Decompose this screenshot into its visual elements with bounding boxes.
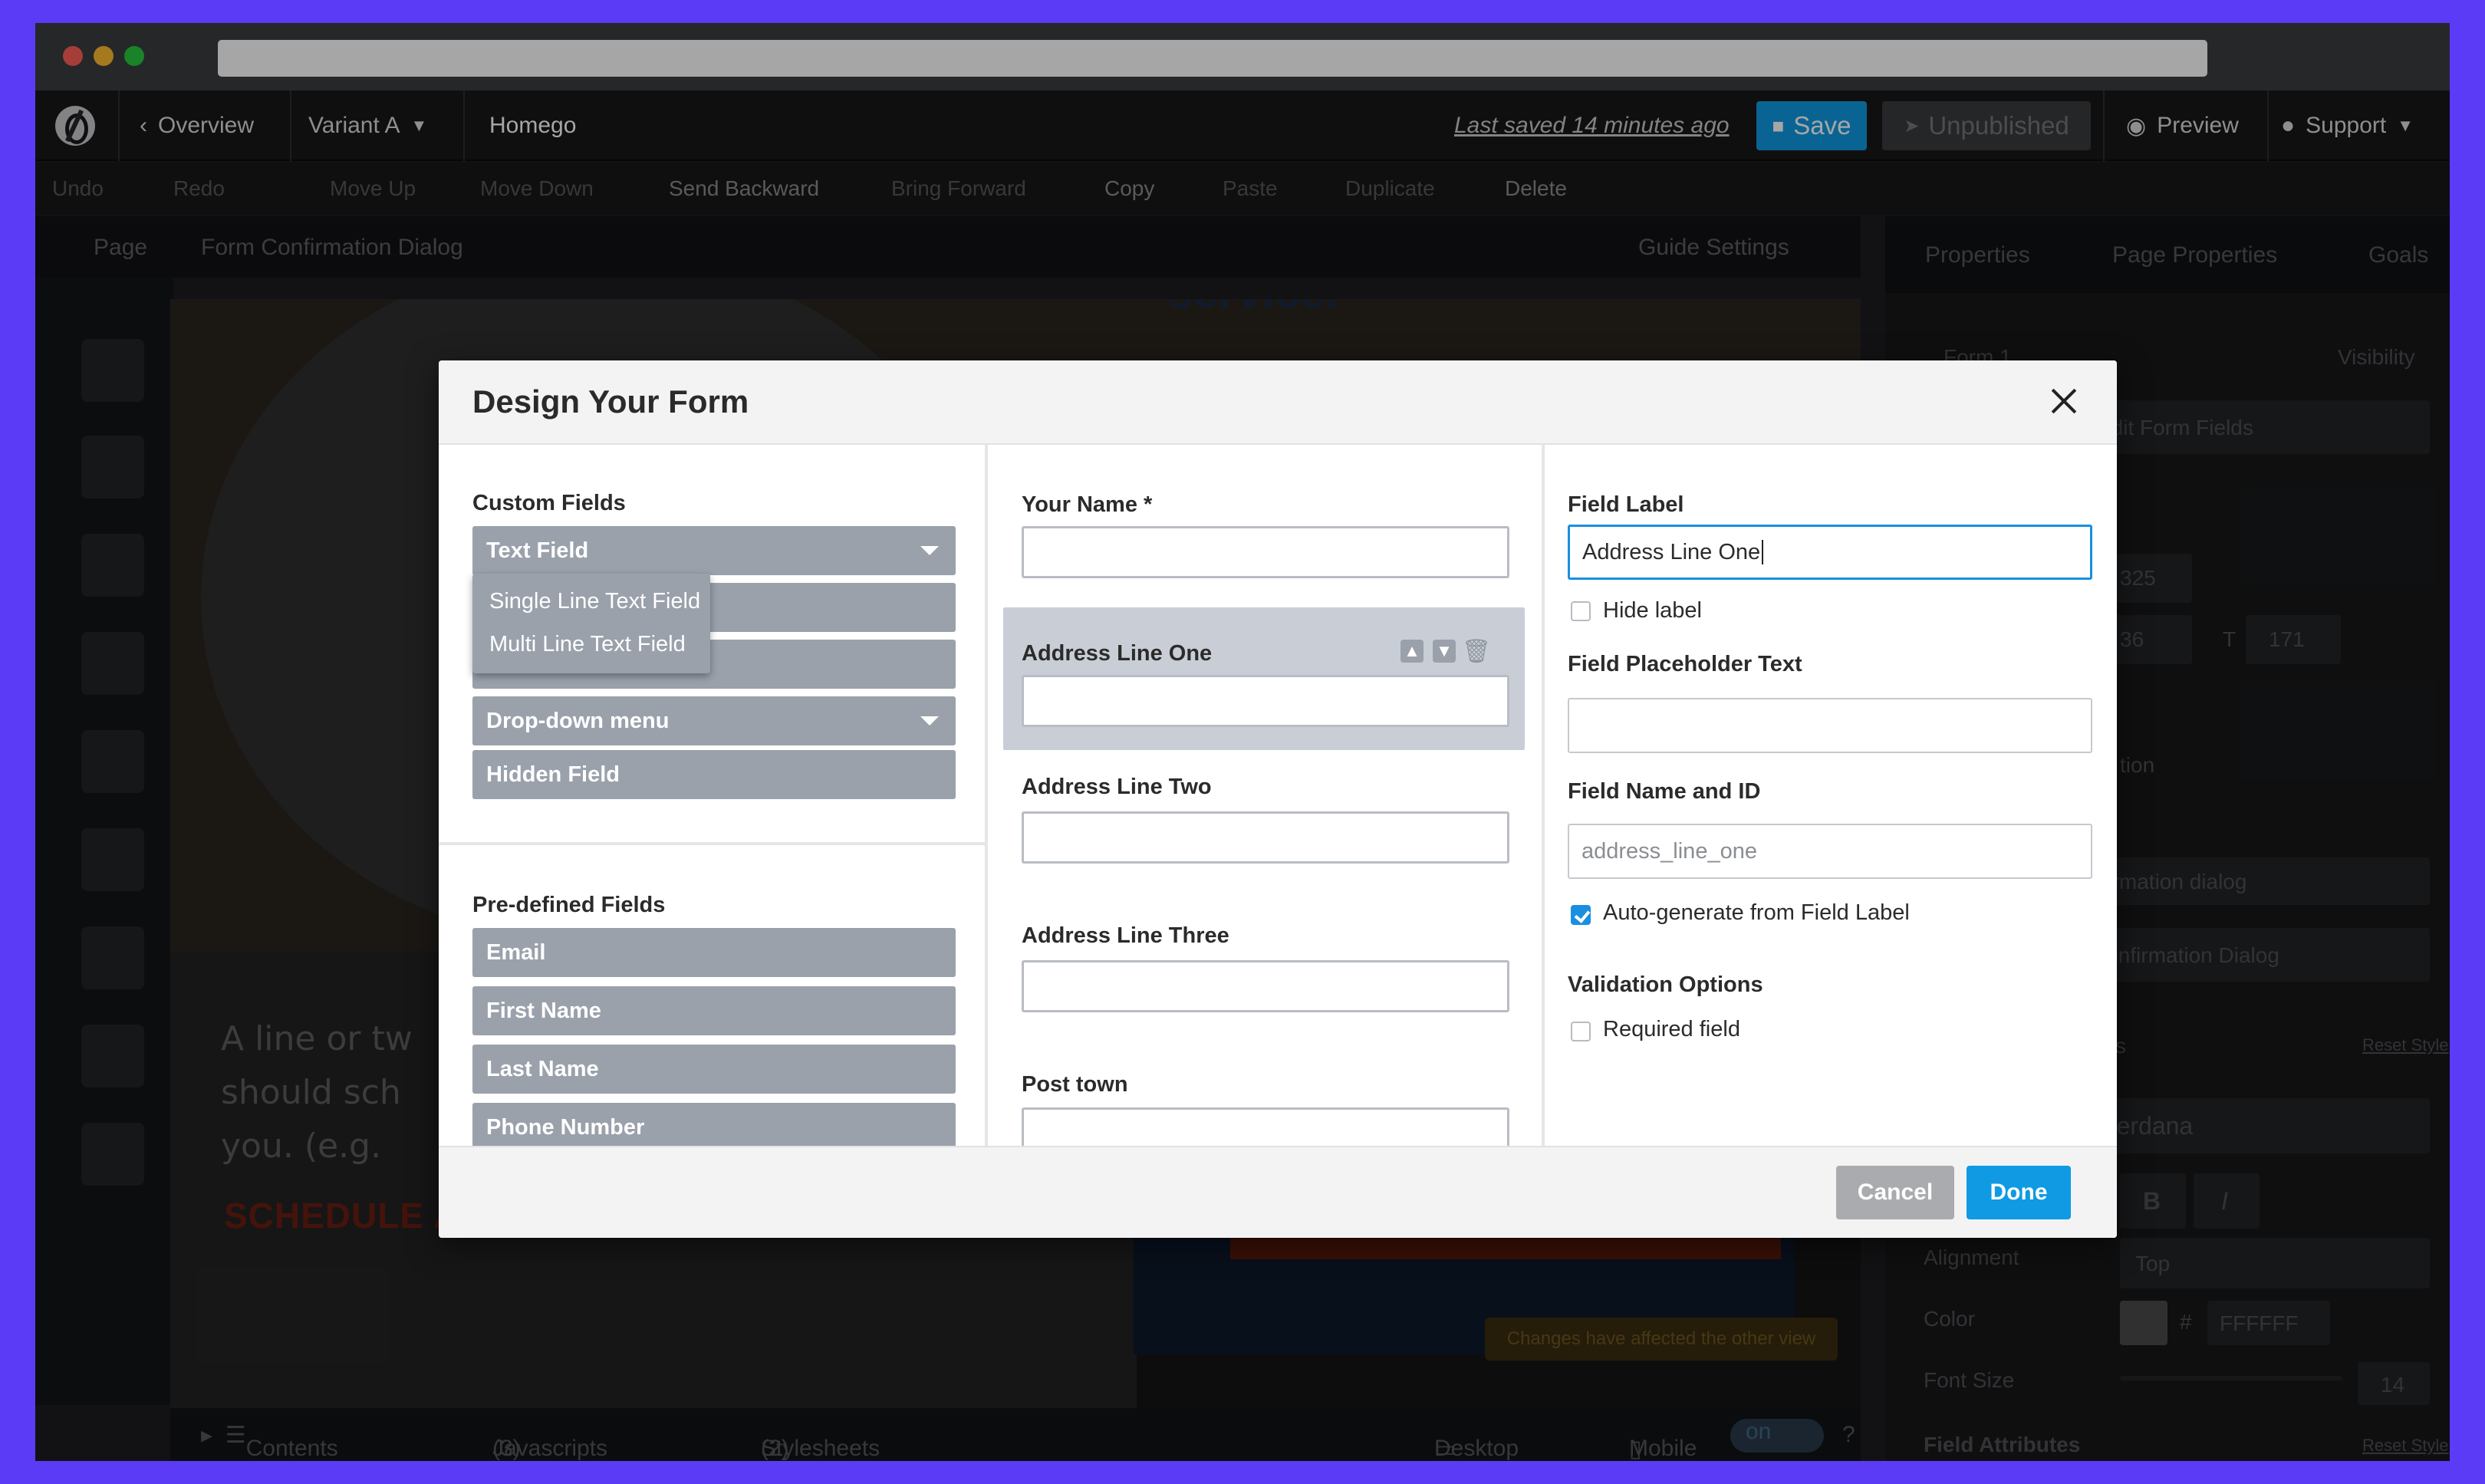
cancel-button[interactable]: Cancel	[1836, 1166, 1954, 1219]
last-name-field-button[interactable]: Last Name	[472, 1045, 956, 1094]
field-label-input[interactable]: Address Line One	[1568, 525, 2092, 580]
multi-line-text-field-option[interactable]: Multi Line Text Field	[489, 632, 686, 657]
modal-title: Design Your Form	[472, 383, 749, 420]
text-field-dropdown: Single Line Text Field Multi Line Text F…	[472, 574, 710, 673]
field-label-title: Field Label	[1568, 492, 1684, 517]
hide-label-checkbox[interactable]	[1571, 601, 1591, 621]
address-line-three-input[interactable]	[1022, 960, 1509, 1012]
app-window: ‹ Overview Variant A ▼ Homego Last saved…	[35, 23, 2450, 1461]
dropdown-menu-button[interactable]: Drop-down menu	[472, 696, 956, 745]
caret-down-icon	[920, 716, 939, 726]
arrow-up-icon[interactable]: ▲	[1400, 640, 1424, 663]
caret-down-icon	[920, 546, 939, 555]
field-types-column: Custom Fields Text Field Drop-down menu …	[439, 445, 988, 1152]
form-field-label: Address Line Two	[1022, 775, 1212, 799]
trash-icon[interactable]: 🗑	[1462, 639, 1491, 664]
placeholder-title: Field Placeholder Text	[1568, 652, 1802, 676]
post-town-input[interactable]	[1022, 1107, 1509, 1146]
form-field-label: Address Line One	[1022, 641, 1213, 666]
placeholder-input[interactable]	[1568, 698, 2092, 753]
done-button[interactable]: Done	[1967, 1166, 2071, 1219]
validation-title: Validation Options	[1568, 972, 1763, 997]
form-field-label: Post town	[1022, 1072, 1128, 1097]
auto-generate-checkbox[interactable]	[1571, 905, 1591, 925]
single-line-text-field-option[interactable]: Single Line Text Field	[489, 589, 700, 614]
email-field-button[interactable]: Email	[472, 928, 956, 977]
name-id-title: Field Name and ID	[1568, 779, 1761, 804]
required-field-text: Required field	[1603, 1017, 1740, 1041]
custom-fields-label: Custom Fields	[472, 491, 626, 515]
auto-generate-text: Auto-generate from Field Label	[1603, 900, 1910, 925]
first-name-field-button[interactable]: First Name	[472, 986, 956, 1035]
hidden-field-button[interactable]: Hidden Field	[472, 750, 956, 799]
phone-number-field-button[interactable]: Phone Number	[472, 1103, 956, 1152]
form-field-label: Address Line Three	[1022, 923, 1229, 948]
form-preview-column: Your Name * Address Line One ▲ ▼ 🗑 Addre…	[988, 445, 1545, 1146]
section-divider	[439, 842, 985, 845]
your-name-input[interactable]	[1022, 526, 1509, 578]
predefined-fields-label: Pre-defined Fields	[472, 893, 666, 917]
form-field-label: Your Name *	[1022, 492, 1153, 517]
name-id-input[interactable]: address_line_one	[1568, 824, 2092, 879]
address-line-two-input[interactable]	[1022, 811, 1509, 864]
design-form-modal: Design Your Form Custom Fields Text Fiel…	[439, 360, 2117, 1238]
text-field-button[interactable]: Text Field	[472, 526, 956, 575]
required-field-checbox[interactable]	[1571, 1022, 1591, 1041]
close-icon[interactable]	[2049, 387, 2079, 416]
hide-label-text: Hide label	[1603, 598, 1702, 623]
address-line-one-input[interactable]	[1022, 675, 1509, 727]
field-properties-column: Field Label Address Line One Hide label …	[1545, 445, 2117, 1146]
arrow-down-icon[interactable]: ▼	[1433, 640, 1456, 663]
modal-header: Design Your Form	[439, 360, 2117, 445]
